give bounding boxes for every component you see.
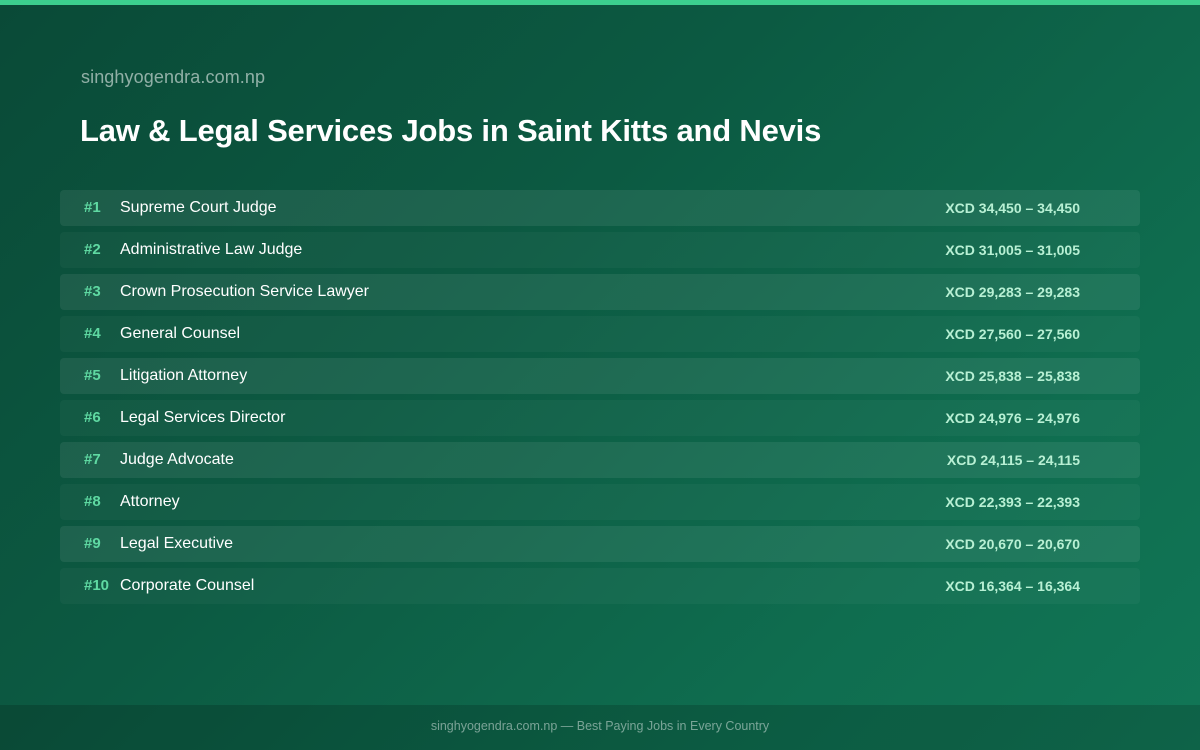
- job-row: #6 Legal Services Director XCD 24,976 – …: [60, 400, 1140, 436]
- job-title: Attorney: [120, 493, 180, 510]
- job-salary: XCD 24,115 – 24,115: [946, 452, 1080, 468]
- job-rank: #8: [84, 493, 101, 510]
- job-salary: XCD 24,976 – 24,976: [945, 410, 1080, 426]
- job-row: #9 Legal Executive XCD 20,670 – 20,670: [60, 526, 1140, 562]
- job-salary: XCD 25,838 – 25,838: [945, 368, 1080, 384]
- footer: singhyogendra.com.np — Best Paying Jobs …: [0, 705, 1200, 750]
- job-row: #3 Crown Prosecution Service Lawyer XCD …: [60, 274, 1140, 310]
- job-row: #7 Judge Advocate XCD 24,115 – 24,115: [60, 442, 1140, 478]
- job-salary: XCD 27,560 – 27,560: [945, 326, 1080, 342]
- job-rank: #10: [84, 577, 110, 594]
- job-title: Administrative Law Judge: [120, 241, 303, 258]
- footer-text: singhyogendra.com.np — Best Paying Jobs …: [430, 719, 770, 733]
- job-salary: XCD 22,393 – 22,393: [945, 494, 1080, 510]
- job-rank: #4: [84, 325, 101, 342]
- job-title: Crown Prosecution Service Lawyer: [120, 283, 369, 300]
- job-title: General Counsel: [120, 325, 241, 342]
- job-title: Judge Advocate: [120, 451, 234, 468]
- job-rank: #6: [84, 409, 101, 426]
- job-rank: #7: [84, 451, 101, 468]
- page-title: Law & Legal Services Jobs in Saint Kitts…: [80, 113, 822, 148]
- job-rank: #2: [84, 241, 101, 258]
- job-row: #5 Litigation Attorney XCD 25,838 – 25,8…: [60, 358, 1140, 394]
- job-rank: #3: [84, 283, 101, 300]
- job-salary: XCD 34,450 – 34,450: [945, 200, 1080, 216]
- job-row: #4 General Counsel XCD 27,560 – 27,560: [60, 316, 1140, 352]
- job-rank: #5: [84, 367, 101, 384]
- job-rank: #9: [84, 535, 101, 552]
- top-accent-bar: [0, 0, 1200, 5]
- job-row: #1 Supreme Court Judge XCD 34,450 – 34,4…: [60, 190, 1140, 226]
- job-row: #2 Administrative Law Judge XCD 31,005 –…: [60, 232, 1140, 268]
- job-title: Litigation Attorney: [120, 367, 248, 384]
- job-row: #8 Attorney XCD 22,393 – 22,393: [60, 484, 1140, 520]
- job-rank: #1: [84, 199, 101, 216]
- job-title: Corporate Counsel: [120, 577, 255, 594]
- job-list: #1 Supreme Court Judge XCD 34,450 – 34,4…: [60, 190, 1140, 610]
- job-title: Supreme Court Judge: [120, 199, 277, 216]
- site-name: singhyogendra.com.np: [81, 67, 266, 87]
- job-title: Legal Executive: [120, 535, 233, 552]
- job-salary: XCD 16,364 – 16,364: [945, 578, 1080, 594]
- job-salary: XCD 20,670 – 20,670: [945, 536, 1080, 552]
- job-title: Legal Services Director: [120, 409, 286, 426]
- job-row: #10 Corporate Counsel XCD 16,364 – 16,36…: [60, 568, 1140, 604]
- job-salary: XCD 31,005 – 31,005: [945, 242, 1080, 258]
- job-salary: XCD 29,283 – 29,283: [945, 284, 1080, 300]
